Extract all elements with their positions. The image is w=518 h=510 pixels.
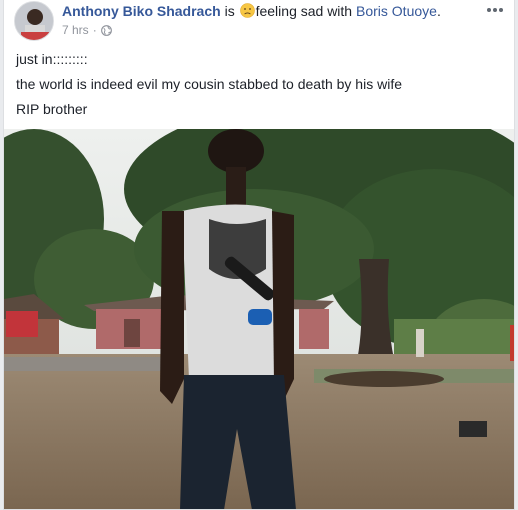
tagged-user-link[interactable]: Boris Otuoye [356, 3, 437, 19]
post-text: just in::::::::: the world is indeed evi… [16, 50, 402, 125]
feeling-text: feeling sad with [255, 3, 353, 19]
post-line: the world is indeed evil my cousin stabb… [16, 76, 402, 92]
author-avatar[interactable] [14, 1, 54, 41]
headline-punct: . [436, 3, 441, 19]
more-options-icon[interactable] [484, 2, 506, 18]
post-photo[interactable] [4, 129, 514, 509]
post-meta: 7 hrs · [62, 23, 112, 37]
post-line: RIP brother [16, 101, 88, 117]
facebook-post: Anthony Biko Shadrach is feeling sad wit… [3, 0, 515, 510]
post-timestamp[interactable]: 7 hrs [62, 23, 89, 37]
post-headline: Anthony Biko Shadrach is feeling sad wit… [62, 3, 441, 19]
meta-separator: · [92, 23, 97, 37]
post-header: Anthony Biko Shadrach is feeling sad wit… [4, 0, 514, 44]
is-text: is [224, 3, 235, 19]
globe-icon[interactable] [100, 24, 112, 36]
sad-face-emoji [239, 3, 255, 18]
author-name[interactable]: Anthony Biko Shadrach [62, 3, 221, 19]
post-line: just in::::::::: [16, 51, 88, 67]
